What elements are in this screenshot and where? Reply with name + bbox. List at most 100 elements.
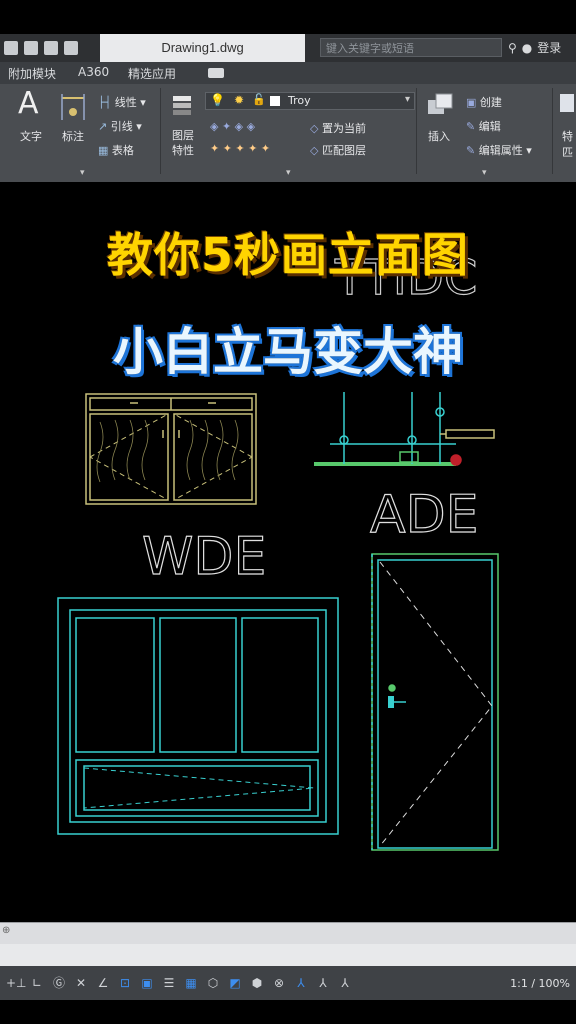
ribbon-tabs: 附加模块 A360 精选应用 xyxy=(0,62,576,84)
login-area[interactable]: ⚲ ● 登录 xyxy=(508,39,561,56)
auto-scale-icon[interactable]: ⅄ xyxy=(336,975,354,991)
login-label: 登录 xyxy=(537,41,562,55)
bottom-black-strip xyxy=(0,1000,576,1024)
layer-tools-row-1[interactable]: ◈ ✦ ◈ ◈ xyxy=(210,120,255,133)
insert-block-icon[interactable] xyxy=(424,92,456,122)
tab-addons[interactable]: 附加模块 xyxy=(8,65,56,82)
selection-cycling-icon[interactable]: ☰ xyxy=(160,975,178,991)
layer-tools-row-2[interactable]: ✦ ✦ ✦ ✦ ✦ xyxy=(210,142,270,155)
create-block-label: 创建 xyxy=(479,96,502,109)
edit-attributes-button[interactable]: ✎ 编辑属性 ▾ xyxy=(466,142,532,158)
layer-properties-button[interactable]: 图层 特性 xyxy=(172,128,194,158)
tab-a360[interactable]: A360 xyxy=(78,65,109,79)
linear-icon: ├┤ xyxy=(98,96,115,109)
layer-dropdown[interactable]: 💡 ✹ 🔓 Troy ▾ xyxy=(205,92,415,110)
osnap-track-icon[interactable]: ∠ xyxy=(94,975,112,991)
status-bar: +⊥ ∟ Ⓖ ✕ ∠ ⊡ ▣ ☰ ▦ ⬡ ◩ ⬢ ⊗ ⅄ ⅄ ⅄ 1:1 / 1… xyxy=(0,966,576,1000)
table-item[interactable]: ▦ 表格 xyxy=(98,142,134,158)
tab-featured[interactable]: 精选应用 xyxy=(128,65,176,82)
linear-label: 线性 xyxy=(114,96,137,109)
sun-icon: ✹ xyxy=(234,93,245,107)
open-icon[interactable] xyxy=(4,41,18,55)
dimension-button[interactable]: 标注 xyxy=(62,128,84,144)
workspace-icon[interactable]: ⬡ xyxy=(204,975,222,991)
match-layer-label: 匹配图层 xyxy=(321,144,366,157)
lock-icon: 🔓 xyxy=(252,93,266,106)
edit-attributes-label: 编辑属性 xyxy=(478,144,523,157)
text-button[interactable]: 文字 xyxy=(20,128,42,144)
edit-block-icon: ✎ xyxy=(466,120,479,133)
edit-block-label: 编辑 xyxy=(478,120,501,133)
user-icon: ● xyxy=(521,40,533,55)
command-line-input[interactable] xyxy=(0,944,576,966)
text-icon[interactable]: A xyxy=(18,86,39,121)
polar-icon[interactable]: Ⓖ xyxy=(50,975,68,991)
layer-name: Troy xyxy=(288,94,311,107)
ade-label: ADE xyxy=(370,485,478,545)
properties-icon[interactable] xyxy=(560,94,574,112)
ribbon-panel: A 文字 标注 ├┤ 线性 ▾ ↗ 引线 ▾ ▦ 表格 图层 特性 💡 ✹ 🔓 … xyxy=(0,84,576,184)
title-bar: Drawing1.dwg 键入关键字或短语 ⚲ ● 登录 xyxy=(0,34,576,63)
leader-label: 引线 xyxy=(110,120,133,133)
create-block-button[interactable]: ▣ 创建 xyxy=(466,94,502,110)
transparency-icon[interactable]: ▣ xyxy=(138,975,156,991)
table-icon: ▦ xyxy=(98,144,112,157)
door-elevation[interactable] xyxy=(371,553,499,851)
search-input[interactable]: 键入关键字或短语 xyxy=(320,38,502,57)
isolate-icon[interactable]: ◩ xyxy=(226,975,244,991)
quick-access-toolbar xyxy=(4,39,78,57)
gizmo-icon[interactable]: ⊗ xyxy=(270,975,288,991)
bulb-icon: 💡 xyxy=(210,93,225,107)
panel-expand-icon[interactable]: ▾ xyxy=(482,168,487,178)
color-swatch-icon xyxy=(270,96,280,106)
panel-divider xyxy=(552,88,553,174)
leader-item[interactable]: ↗ 引线 ▾ xyxy=(98,118,142,134)
cabinet-elevation[interactable] xyxy=(85,393,257,505)
print-icon[interactable] xyxy=(44,41,58,55)
panel-expand-icon[interactable]: ▾ xyxy=(80,168,85,178)
set-current-button[interactable]: ◇ 置为当前 xyxy=(310,120,366,136)
panel-divider xyxy=(160,88,161,174)
drawing-canvas[interactable]: TTIDC ADE WDE xyxy=(0,182,576,922)
create-block-icon: ▣ xyxy=(466,96,480,109)
chevron-down-icon: ▾ xyxy=(404,94,410,105)
panel-divider xyxy=(416,88,417,174)
linear-item[interactable]: ├┤ 线性 ▾ xyxy=(98,94,146,110)
subheadline-banner: 小白立马变大神 xyxy=(113,323,463,381)
match-layer-icon: ◇ xyxy=(310,144,322,157)
set-current-label: 置为当前 xyxy=(321,122,366,135)
layer-properties-icon[interactable] xyxy=(170,92,196,118)
ucs-icon[interactable]: +⊥ xyxy=(6,975,27,991)
headline-banner: 教你5秒画立面图 xyxy=(106,228,469,282)
save-icon[interactable] xyxy=(24,41,38,55)
annotation-monitor-icon[interactable]: ▦ xyxy=(182,975,200,991)
annotation-visibility-icon[interactable]: ⅄ xyxy=(314,975,332,991)
osnap-icon[interactable]: ✕ xyxy=(72,975,90,991)
command-grip-icon[interactable]: ⊕ xyxy=(2,925,10,936)
wde-label: WDE xyxy=(142,527,266,587)
match-properties-label[interactable]: 匹 xyxy=(562,144,573,160)
properties-label[interactable]: 特 xyxy=(562,128,573,144)
insert-button[interactable]: 插入 xyxy=(428,128,450,144)
edit-attributes-icon: ✎ xyxy=(466,144,479,157)
zoom-scale[interactable]: 1:1 / 100% xyxy=(510,977,570,990)
leader-icon: ↗ xyxy=(98,120,111,133)
window-elevation[interactable] xyxy=(57,597,339,835)
undo-icon[interactable] xyxy=(64,41,78,55)
dimension-icon[interactable] xyxy=(58,92,88,122)
document-tab[interactable]: Drawing1.dwg xyxy=(100,34,305,62)
set-current-icon: ◇ xyxy=(310,122,322,135)
match-layer-button[interactable]: ◇ 匹配图层 xyxy=(310,142,366,158)
lineweight-icon[interactable]: ⊡ xyxy=(116,975,134,991)
edit-block-button[interactable]: ✎ 编辑 xyxy=(466,118,501,134)
annotation-scale-icon[interactable]: ⅄ xyxy=(292,975,310,991)
binoculars-icon: ⚲ xyxy=(508,40,517,55)
shelf-bracket-elevation[interactable] xyxy=(314,392,495,466)
top-black-strip xyxy=(0,0,576,34)
table-label: 表格 xyxy=(111,144,134,157)
panel-expand-icon[interactable]: ▾ xyxy=(286,168,291,178)
panel-toggle-icon[interactable] xyxy=(208,68,224,78)
3d-osnap-icon[interactable]: ⬢ xyxy=(248,975,266,991)
command-history: ⊕ xyxy=(0,922,576,945)
ortho-icon[interactable]: ∟ xyxy=(28,975,46,991)
